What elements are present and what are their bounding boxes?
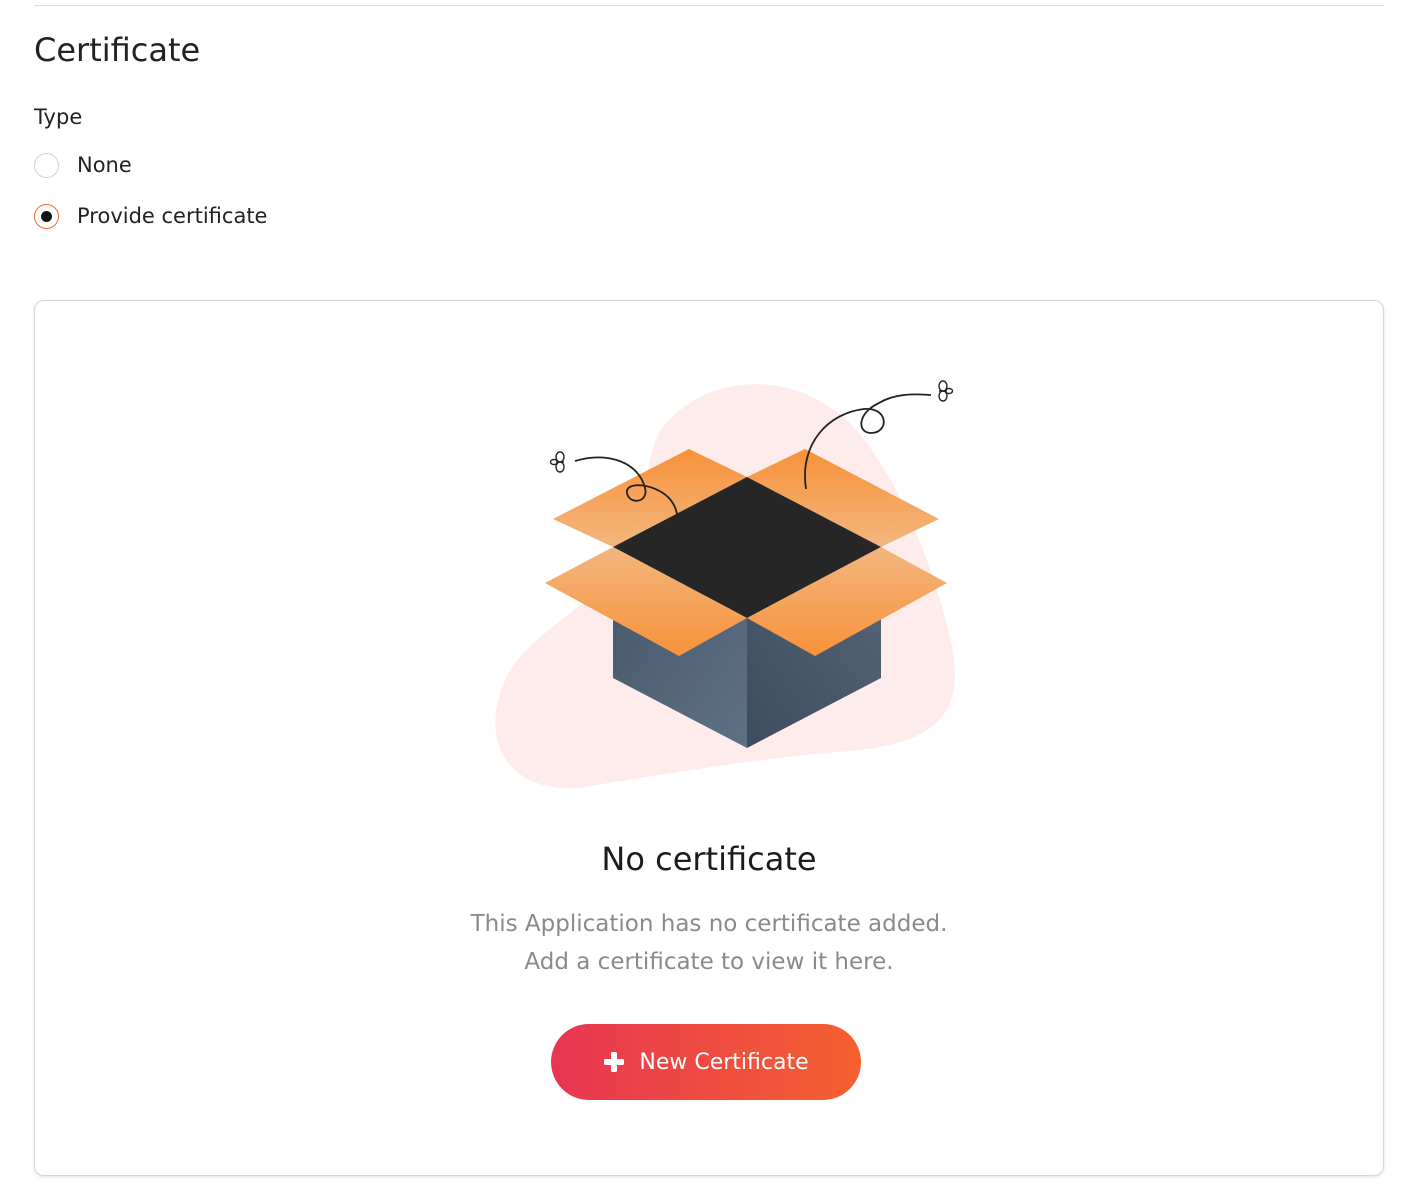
new-certificate-label: New Certificate <box>639 1049 809 1075</box>
plus-icon <box>604 1052 625 1072</box>
top-divider <box>34 5 1384 6</box>
new-certificate-button[interactable]: New Certificate <box>551 1024 861 1100</box>
empty-state-description: This Application has no certificate adde… <box>35 905 1383 981</box>
radio-label-none: None <box>77 153 132 177</box>
empty-state-card: No certificate This Application has no c… <box>34 300 1384 1176</box>
bee-icon-right <box>938 380 954 402</box>
open-box-illustration <box>495 380 955 789</box>
radio-button-none[interactable] <box>34 152 59 178</box>
radio-option-none[interactable]: None <box>34 151 132 179</box>
radio-option-provide-certificate[interactable]: Provide certificate <box>34 202 267 230</box>
empty-state-description-line-2: Add a certificate to view it here. <box>524 949 894 975</box>
empty-state-title: No certificate <box>601 840 817 878</box>
radio-label-provide-certificate: Provide certificate <box>77 204 268 228</box>
section-title: Certificate <box>34 31 201 69</box>
bee-icon-left <box>549 451 565 473</box>
certificate-page: Certificate Type None Provide certificat… <box>0 0 1424 1204</box>
radio-button-provide-certificate[interactable] <box>34 203 59 229</box>
type-label: Type <box>34 105 83 129</box>
empty-state-description-line-1: This Application has no certificate adde… <box>470 911 948 937</box>
